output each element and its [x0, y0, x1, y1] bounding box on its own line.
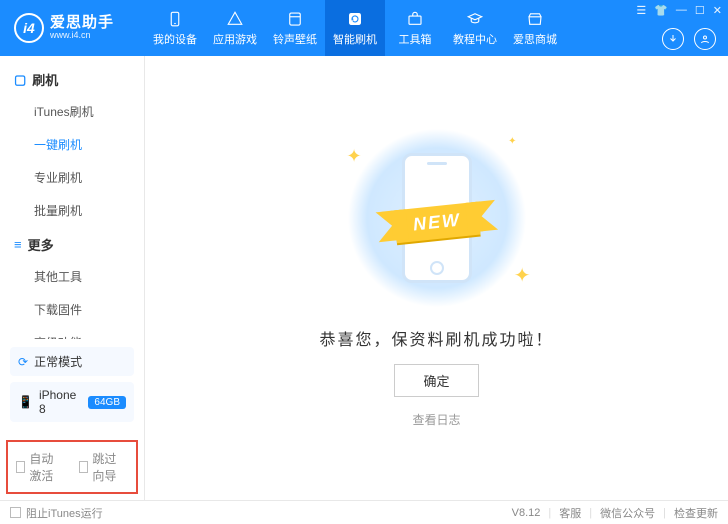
sidebar-item-batch[interactable]: 批量刷机	[0, 194, 144, 227]
device-row[interactable]: 📱 iPhone 8 64GB	[10, 382, 134, 422]
refresh-icon	[346, 10, 364, 28]
sidebar-item-other[interactable]: 其他工具	[0, 260, 144, 293]
footer: 阻止iTunes运行 V8.12 | 客服 | 微信公众号 | 检查更新	[0, 500, 728, 524]
view-log-link[interactable]: 查看日志	[412, 411, 460, 428]
sidebar-section-flash: ▢ 刷机	[0, 62, 144, 95]
header: i4 爱思助手 www.i4.cn 我的设备 应用游戏 铃声壁纸 智能刷机 工具…	[0, 0, 728, 56]
maximize-icon[interactable]: ☐	[695, 4, 705, 17]
options-box: 自动激活 跳过向导	[6, 440, 138, 494]
apps-icon	[226, 10, 244, 28]
phone-icon: ▢	[14, 72, 26, 88]
checkbox-icon	[79, 461, 88, 473]
device-name: iPhone 8	[39, 388, 78, 416]
sidebar-item-itunes[interactable]: iTunes刷机	[0, 95, 144, 128]
brand-name: 爱思助手	[50, 15, 114, 32]
footer-link-wechat[interactable]: 微信公众号	[600, 505, 655, 521]
sidebar-item-firmware[interactable]: 下载固件	[0, 293, 144, 326]
footer-link-support[interactable]: 客服	[559, 505, 581, 521]
toolbox-icon	[406, 10, 424, 28]
more-icon: ≡	[14, 237, 22, 252]
logo-icon: i4	[14, 13, 44, 43]
window-controls: ☰ 👕 — ☐ ✕	[636, 4, 722, 17]
music-icon	[286, 10, 304, 28]
logo[interactable]: i4 爱思助手 www.i4.cn	[0, 13, 145, 43]
checkbox-auto-activate[interactable]: 自动激活	[16, 450, 65, 484]
tshirt-icon[interactable]: 👕	[654, 4, 668, 17]
nav-tutorials[interactable]: 教程中心	[445, 0, 505, 56]
success-message: 恭喜您，保资料刷机成功啦！	[319, 326, 553, 350]
user-button[interactable]	[694, 28, 716, 50]
sidebar-item-advanced[interactable]: 高级功能	[0, 326, 144, 339]
mode-label: 正常模式	[34, 353, 82, 370]
phone-icon: 📱	[18, 395, 33, 409]
ok-button[interactable]: 确定	[394, 364, 478, 397]
download-button[interactable]	[662, 28, 684, 50]
storage-badge: 64GB	[88, 396, 126, 409]
checkbox-block-itunes[interactable]: 阻止iTunes运行	[10, 505, 103, 521]
checkbox-icon	[10, 507, 21, 518]
sidebar-item-oneclick[interactable]: 一键刷机	[0, 128, 144, 161]
sidebar-item-pro[interactable]: 专业刷机	[0, 161, 144, 194]
sidebar-status: ⟳ 正常模式 📱 iPhone 8 64GB	[0, 339, 144, 436]
nav-ringtones[interactable]: 铃声壁纸	[265, 0, 325, 56]
star-icon: ✦	[347, 146, 362, 167]
minimize-icon[interactable]: —	[676, 4, 687, 17]
phone-icon	[166, 10, 184, 28]
mode-row[interactable]: ⟳ 正常模式	[10, 347, 134, 376]
nav-store[interactable]: 爱思商城	[505, 0, 565, 56]
brand-url: www.i4.cn	[50, 31, 114, 41]
star-icon: ✦	[508, 136, 516, 147]
footer-link-update[interactable]: 检查更新	[674, 505, 718, 521]
nav-my-device[interactable]: 我的设备	[145, 0, 205, 56]
nav-apps[interactable]: 应用游戏	[205, 0, 265, 56]
main-content: ✦ ✦ ✦ NEW 恭喜您，保资料刷机成功啦！ 确定 查看日志	[145, 56, 728, 500]
graduation-icon	[466, 10, 484, 28]
sidebar: ▢ 刷机 iTunes刷机 一键刷机 专业刷机 批量刷机 ≡ 更多 其他工具 下…	[0, 56, 145, 500]
store-icon	[526, 10, 544, 28]
nav-toolbox[interactable]: 工具箱	[385, 0, 445, 56]
success-illustration: ✦ ✦ ✦ NEW	[337, 128, 537, 308]
header-right	[662, 28, 716, 50]
star-icon: ✦	[514, 263, 531, 288]
refresh-icon: ⟳	[18, 355, 28, 369]
checkbox-skip-wizard[interactable]: 跳过向导	[79, 450, 128, 484]
menu-icon[interactable]: ☰	[636, 4, 646, 17]
main-nav: 我的设备 应用游戏 铃声壁纸 智能刷机 工具箱 教程中心 爱思商城	[145, 0, 565, 56]
nav-flash[interactable]: 智能刷机	[325, 0, 385, 56]
version-label: V8.12	[512, 507, 541, 519]
sidebar-section-more: ≡ 更多	[0, 227, 144, 260]
close-icon[interactable]: ✕	[713, 4, 722, 17]
checkbox-icon	[16, 461, 25, 473]
